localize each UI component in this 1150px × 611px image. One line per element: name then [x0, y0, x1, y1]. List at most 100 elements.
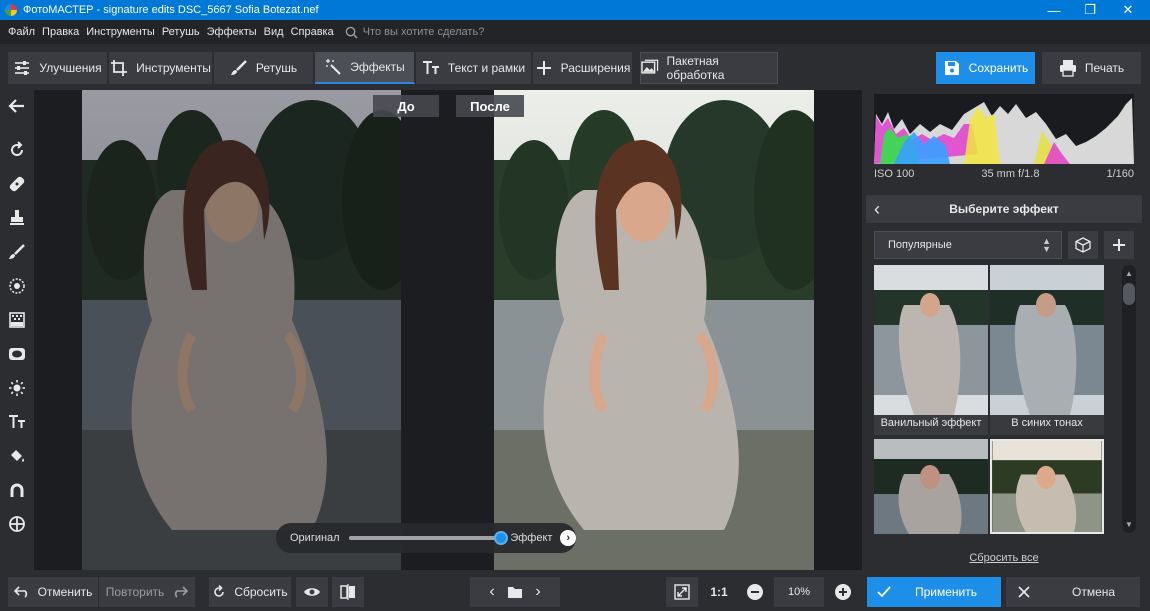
zoom-level[interactable]: 10%	[774, 577, 824, 607]
radial-filter-tool[interactable]	[5, 274, 29, 298]
effect-thumb[interactable]: Ванильный эффект	[874, 265, 988, 435]
sliders-icon	[15, 61, 30, 75]
bandage-icon	[9, 176, 25, 192]
shutter-value: 1/160	[1106, 168, 1134, 180]
cancel-button[interactable]: Отмена	[1006, 577, 1140, 607]
reset-all-link[interactable]: Сбросить все	[866, 552, 1142, 564]
effect-thumb[interactable]: В синих тонах	[990, 265, 1104, 435]
save-button[interactable]: Сохранить	[936, 52, 1036, 84]
cancel-label: Отмена	[1072, 585, 1116, 599]
preview-toggle-button[interactable]	[296, 577, 328, 607]
menu-effects[interactable]: Эффекты	[207, 26, 257, 38]
compare-button[interactable]	[332, 577, 364, 607]
apply-label: Применить	[915, 585, 978, 599]
panel-back-button[interactable]: ‹	[874, 199, 880, 220]
rotate-tool[interactable]	[5, 138, 29, 162]
back-button[interactable]	[5, 94, 29, 118]
zoom-in-button[interactable]	[830, 577, 856, 607]
chevron-right-icon[interactable]: ›	[560, 530, 576, 546]
iso-value: ISO 100	[874, 168, 915, 180]
stamp-tool[interactable]	[5, 206, 29, 230]
category-value: Популярные	[888, 239, 952, 251]
menu-retouch[interactable]: Ретушь	[162, 26, 200, 38]
batch-processing-button[interactable]: Пакетная обработка	[640, 52, 778, 84]
curves-tool[interactable]	[5, 478, 29, 502]
next-file-button[interactable]: ›	[523, 583, 553, 601]
effect-thumb[interactable]	[990, 439, 1104, 534]
tab-effects[interactable]: Эффекты	[315, 52, 415, 84]
brush-tool[interactable]	[5, 240, 29, 264]
compare-icon	[340, 584, 355, 600]
menu-help[interactable]: Справка	[291, 26, 334, 38]
plus-icon	[536, 61, 551, 75]
scroll-thumb[interactable]	[1123, 283, 1135, 305]
tab-text-frames[interactable]: Текст и рамки	[416, 52, 532, 84]
actual-size-button[interactable]: 1:1	[702, 577, 736, 607]
tab-extensions[interactable]: Расширения	[533, 52, 633, 84]
menu-search[interactable]: Что вы хотите сделать?	[345, 26, 485, 39]
image-stack-icon	[641, 59, 659, 74]
histogram	[874, 94, 1134, 164]
save-label: Сохранить	[968, 61, 1029, 75]
menu-edit[interactable]: Правка	[42, 26, 79, 38]
reset-button[interactable]: Сбросить	[209, 577, 291, 607]
fill-tool[interactable]	[5, 444, 29, 468]
plus-icon	[1113, 239, 1125, 251]
maximize-button[interactable]: ❐	[1072, 0, 1108, 20]
slider-thumb[interactable]	[493, 531, 508, 545]
menu-file[interactable]: Файл	[8, 26, 35, 38]
vignette-icon	[9, 348, 25, 360]
light-tool[interactable]	[5, 376, 29, 400]
slider-fill	[348, 536, 501, 540]
plus-circle-icon	[835, 584, 851, 600]
vignette-tool[interactable]	[5, 342, 29, 366]
effect-strength-slider[interactable]	[348, 531, 508, 545]
cube-icon	[1075, 237, 1091, 253]
target-tool[interactable]	[5, 512, 29, 536]
scroll-up-icon[interactable]: ▲	[1125, 269, 1133, 278]
healing-tool[interactable]	[5, 172, 29, 196]
redo-button[interactable]: Повторить	[99, 577, 195, 607]
apply-button[interactable]: Применить	[867, 577, 1001, 607]
effect-thumb[interactable]	[874, 439, 988, 534]
image-canvas[interactable]: До После Оригинал Эффект ›	[34, 90, 862, 570]
fit-to-screen-button[interactable]	[666, 577, 698, 607]
print-button[interactable]: Печать	[1042, 52, 1142, 84]
minimize-button[interactable]: —	[1036, 0, 1072, 20]
gradient-filter-tool[interactable]	[5, 308, 29, 332]
tab-label: Ретушь	[255, 61, 298, 75]
tab-label: Расширения	[560, 61, 631, 75]
add-effect-button[interactable]	[1104, 231, 1134, 259]
spinner-icon: ▲ ▼	[1042, 236, 1051, 254]
text-tool[interactable]	[5, 410, 29, 434]
tab-tools[interactable]: Инструменты	[109, 52, 213, 84]
previous-file-button[interactable]: ‹	[477, 583, 507, 601]
crosshair-icon	[9, 516, 25, 532]
undo-button[interactable]: Отменить	[8, 577, 98, 607]
before-label: До	[373, 95, 439, 117]
radial-icon	[9, 278, 25, 294]
app-logo-icon	[5, 4, 17, 16]
text-icon	[9, 415, 25, 428]
tab-improvements[interactable]: Улучшения	[8, 52, 108, 84]
search-placeholder: Что вы хотите сделать?	[362, 26, 485, 38]
check-icon	[877, 586, 891, 598]
effects-scrollbar[interactable]: ▲ ▼	[1122, 265, 1136, 533]
zoom-out-button[interactable]	[742, 577, 768, 607]
effect-thumb-image	[874, 439, 988, 534]
category-select[interactable]: Популярные ▲ ▼	[874, 231, 1062, 259]
effect-thumb-image	[990, 265, 1104, 435]
after-photo-image	[494, 90, 814, 570]
folder-icon[interactable]	[507, 585, 523, 599]
main-toolbar: Улучшения Инструменты Ретушь Эффекты Тек…	[0, 44, 1150, 90]
tab-retouch[interactable]: Ретушь	[214, 52, 314, 84]
menu-tools[interactable]: Инструменты	[86, 26, 155, 38]
right-panel: ISO 100 35 mm f/1.8 1/160 ‹ Выберите эфф…	[866, 90, 1150, 570]
batch-label: Пакетная обработка	[666, 54, 725, 82]
scroll-down-icon[interactable]: ▼	[1125, 520, 1133, 529]
close-window-button[interactable]: ✕	[1110, 0, 1146, 20]
brush-icon	[9, 244, 25, 259]
expand-icon	[674, 584, 690, 600]
menu-view[interactable]: Вид	[264, 26, 284, 38]
3d-lut-button[interactable]	[1068, 231, 1098, 259]
